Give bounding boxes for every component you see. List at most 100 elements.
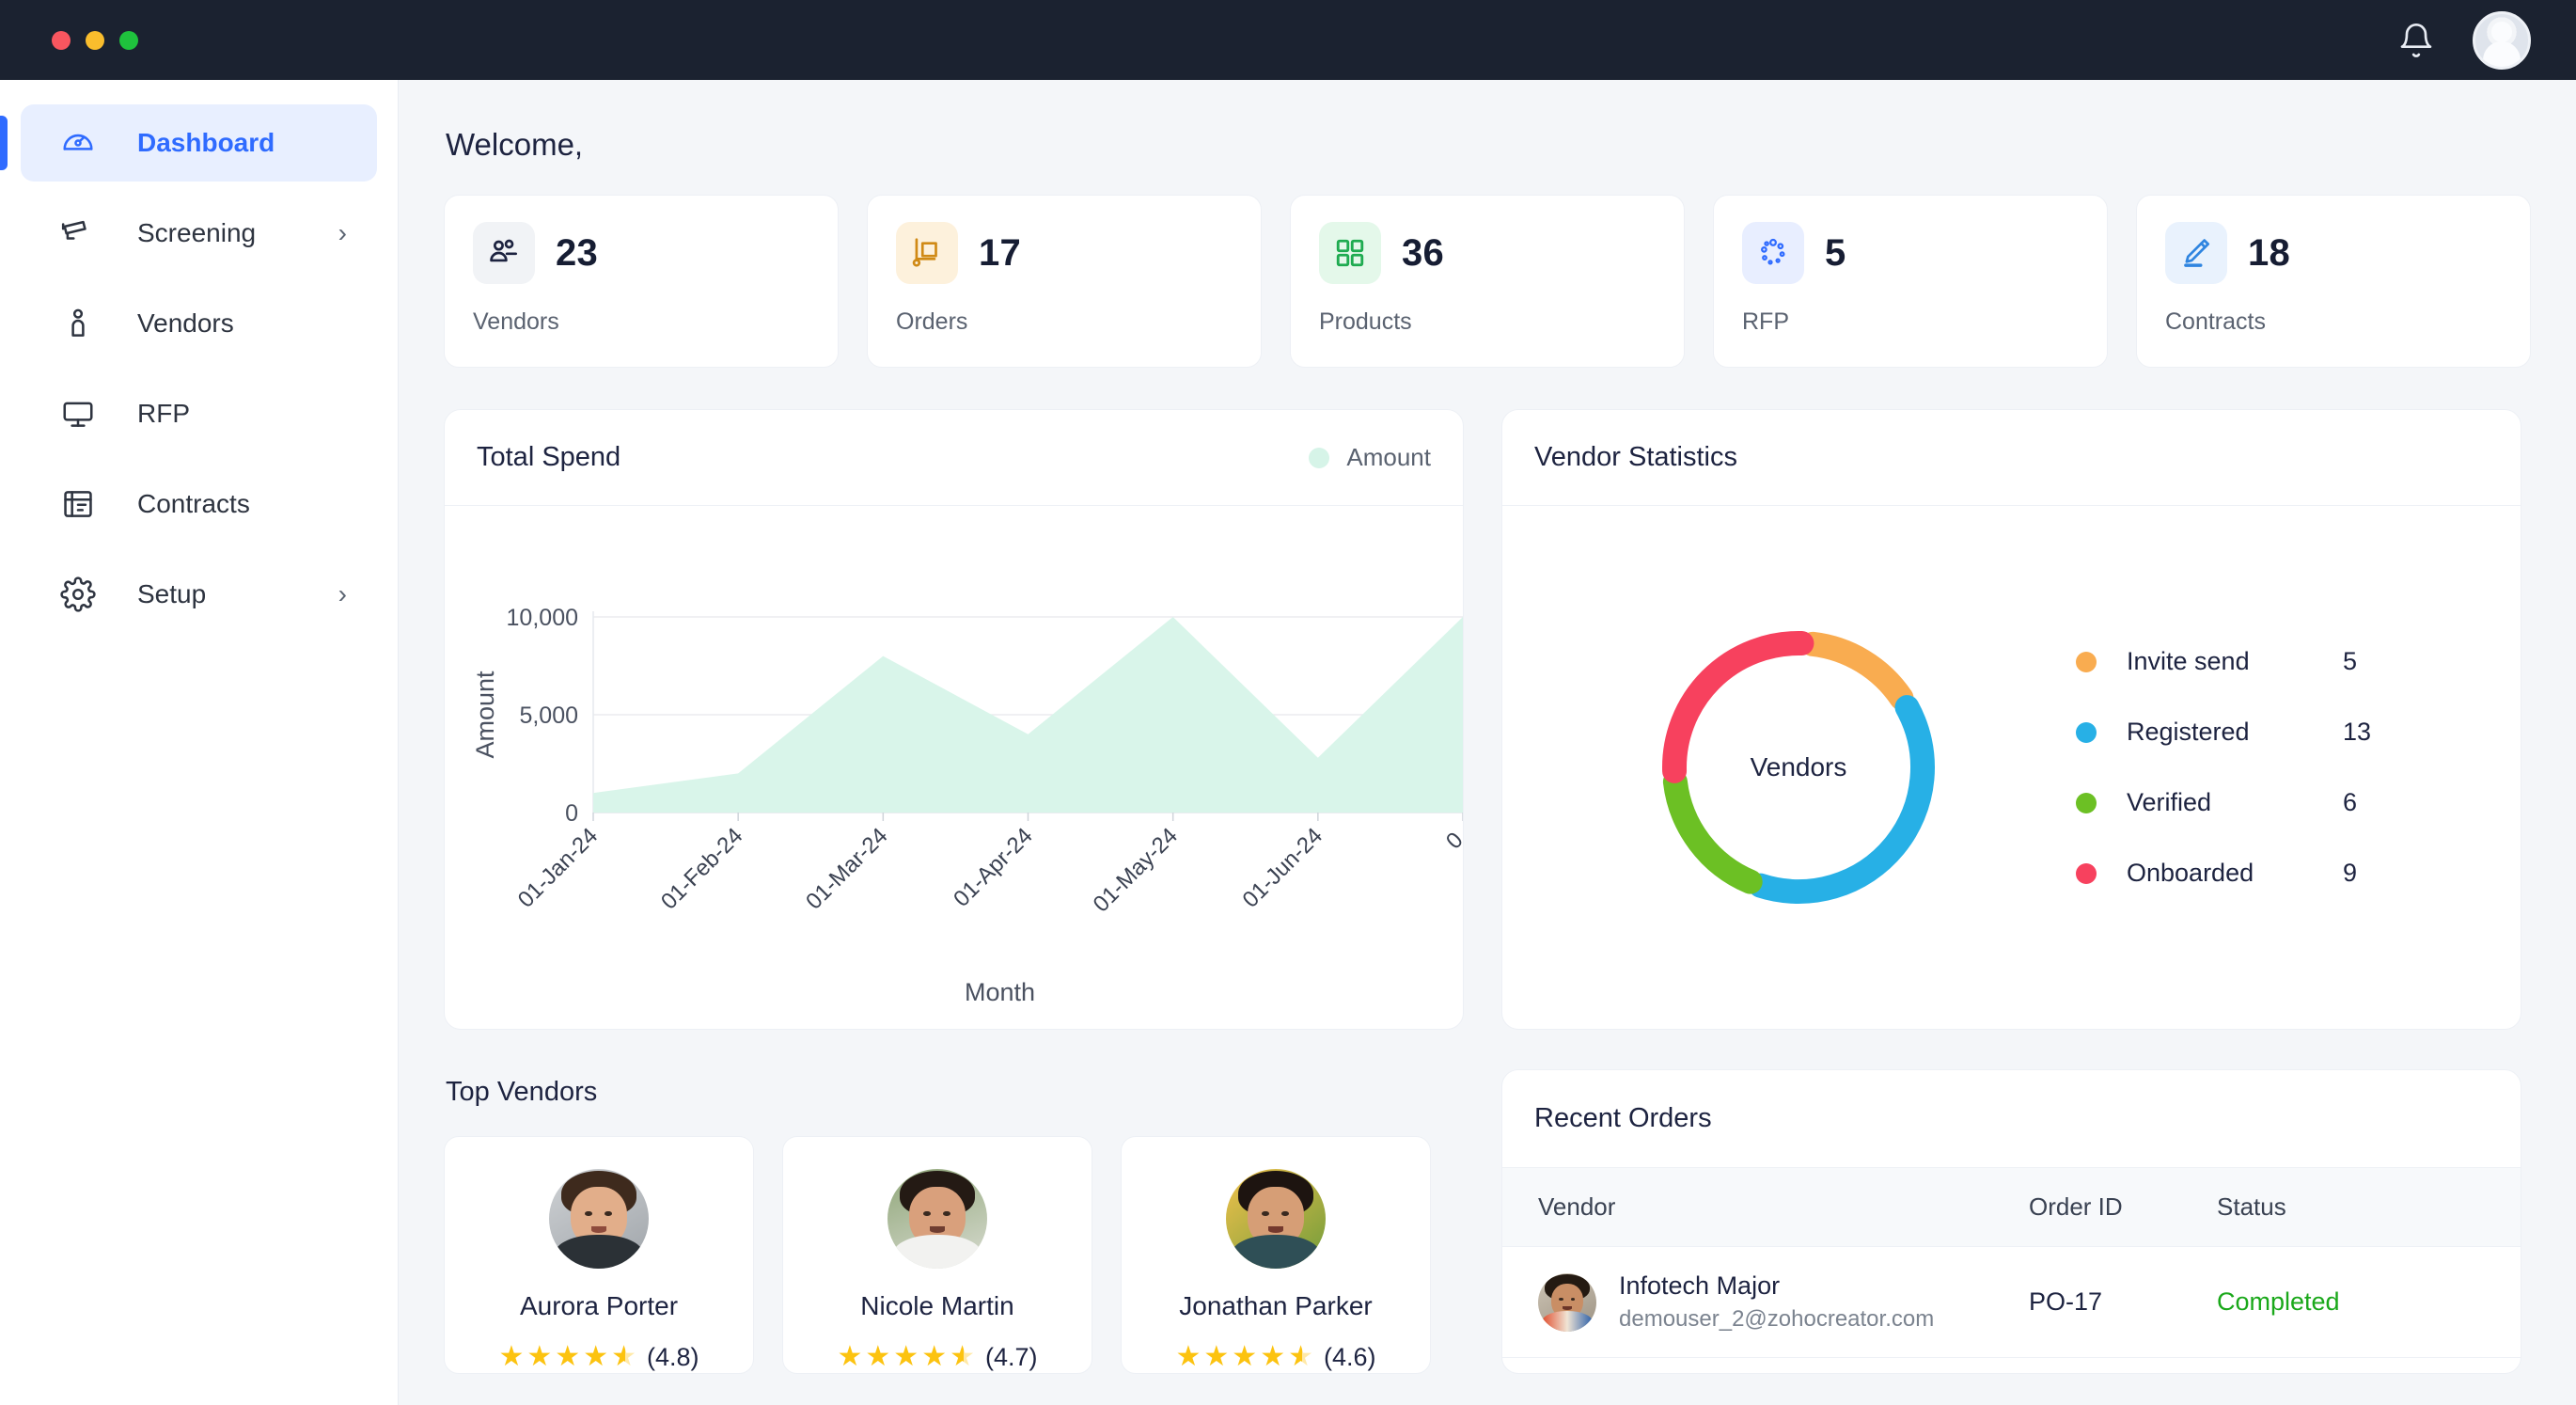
charts-row: Total Spend Amount 0 5,000 10,000 Amount 01-… xyxy=(444,409,2531,1030)
stat-label: Contracts xyxy=(2165,308,2502,336)
section-title: Top Vendors xyxy=(446,1077,1464,1108)
stat-value: 23 xyxy=(556,232,598,275)
vendor-email: demouser_2@zohocreator.com xyxy=(1619,1306,1934,1333)
legend-dot xyxy=(2076,863,2097,884)
rating-stars: ★★★★★(4.7) xyxy=(783,1340,1092,1373)
cctv-camera-icon xyxy=(58,213,98,253)
stat-card-contracts[interactable]: 18 Contracts xyxy=(2136,195,2531,368)
dolly-icon xyxy=(896,222,958,284)
card-title: Recent Orders xyxy=(1534,1103,1712,1134)
sidebar-item-setup[interactable]: Setup › xyxy=(21,556,377,633)
svg-text:01-Apr-24: 01-Apr-24 xyxy=(949,823,1038,912)
legend-value: 6 xyxy=(2343,788,2357,817)
vendor-statistics-card: Vendor Statistics Vendors Invite send5Re… xyxy=(1501,409,2521,1030)
total-spend-card: Total Spend Amount 0 5,000 10,000 Amount 01-… xyxy=(444,409,1464,1030)
gauge-icon xyxy=(58,123,98,163)
legend-dot xyxy=(2076,722,2097,743)
avatar xyxy=(1226,1169,1326,1269)
sidebar-item-screening[interactable]: Screening › xyxy=(21,195,377,272)
stat-label: Vendors xyxy=(473,308,809,336)
sidebar-item-vendors[interactable]: Vendors xyxy=(21,285,377,362)
pen-sign-icon xyxy=(2165,222,2227,284)
window-titlebar xyxy=(0,0,2576,80)
legend-value: 5 xyxy=(2343,647,2357,676)
sidebar-item-label: Screening xyxy=(137,218,256,248)
rating-value: (4.6) xyxy=(1324,1343,1376,1371)
donut-legend-item[interactable]: Onboarded9 xyxy=(2076,838,2371,908)
legend-dot xyxy=(2076,652,2097,672)
recent-orders-card: Recent Orders Vendor Order ID Status xyxy=(1501,1069,2521,1374)
donut-center-label: Vendors xyxy=(1643,752,1954,782)
donut-legend-item[interactable]: Verified6 xyxy=(2076,767,2371,838)
rating-stars: ★★★★★(4.8) xyxy=(445,1340,753,1373)
window-controls xyxy=(52,31,138,50)
sidebar-item-dashboard[interactable]: Dashboard xyxy=(21,104,377,182)
stat-card-vendors[interactable]: 23 Vendors xyxy=(444,195,839,368)
column-header-status[interactable]: Status xyxy=(2217,1168,2521,1247)
svg-text:01-Jun-24: 01-Jun-24 xyxy=(1238,823,1328,913)
column-header-vendor[interactable]: Vendor xyxy=(1502,1168,2029,1247)
stat-card-products[interactable]: 36 Products xyxy=(1290,195,1685,368)
vendor-name: Infotech Major xyxy=(1619,1271,1934,1301)
legend-dot xyxy=(2076,793,2097,813)
vendor-name: Aurora Porter xyxy=(445,1291,753,1321)
stat-value: 36 xyxy=(1402,232,1444,275)
svg-text:01-Feb-24: 01-Feb-24 xyxy=(656,823,747,914)
vendor-card[interactable]: Nicole Martin ★★★★★(4.7) xyxy=(782,1136,1092,1374)
card-title: Total Spend xyxy=(477,442,620,473)
avatar xyxy=(887,1169,987,1269)
stat-card-orders[interactable]: 17 Orders xyxy=(867,195,1262,368)
donut-segment[interactable] xyxy=(1761,707,1923,892)
bottom-row: Top Vendors Aurora Porter ★★★★★(4.8) xyxy=(444,1069,2531,1374)
vendor-card[interactable]: Aurora Porter ★★★★★(4.8) xyxy=(444,1136,754,1374)
legend-value: 13 xyxy=(2343,718,2371,747)
sidebar-item-contracts[interactable]: Contracts xyxy=(21,466,377,543)
donut-legend-item[interactable]: Registered13 xyxy=(2076,697,2371,767)
minimize-window-button[interactable] xyxy=(86,31,104,50)
gear-icon xyxy=(58,575,98,614)
rating-value: (4.8) xyxy=(647,1343,699,1371)
legend-swatch-amount xyxy=(1309,448,1329,468)
sidebar-item-label: Contracts xyxy=(137,489,250,519)
svg-text:0: 0 xyxy=(565,800,578,827)
sidebar-item-label: Vendors xyxy=(137,308,234,339)
maximize-window-button[interactable] xyxy=(119,31,138,50)
sidebar-item-label: Setup xyxy=(137,579,206,609)
recent-orders-table: Vendor Order ID Status xyxy=(1502,1168,2521,1358)
user-avatar-icon[interactable] xyxy=(2473,11,2531,70)
svg-text:Amount: Amount xyxy=(471,671,499,759)
donut-segment[interactable] xyxy=(1813,644,1902,698)
table-row[interactable]: Infotech Major demouser_2@zohocreator.co… xyxy=(1502,1247,2521,1358)
area-chart-svg: 05,00010,000Amount01-Jan-2401-Feb-2401-M… xyxy=(445,506,1463,1029)
column-header-order-id[interactable]: Order ID xyxy=(2029,1168,2217,1247)
rating-stars: ★★★★★(4.6) xyxy=(1122,1340,1430,1373)
stat-label: Orders xyxy=(896,308,1233,336)
close-window-button[interactable] xyxy=(52,31,71,50)
legend-label-amount: Amount xyxy=(1346,443,1431,472)
avatar xyxy=(1538,1273,1596,1332)
stat-card-rfp[interactable]: 5 RFP xyxy=(1713,195,2108,368)
donut-legend-item[interactable]: Invite send5 xyxy=(2076,626,2371,697)
svg-text:10,000: 10,000 xyxy=(507,605,578,631)
svg-text:01-Mar-24: 01-Mar-24 xyxy=(801,823,892,914)
total-spend-header: Total Spend Amount xyxy=(445,410,1463,506)
chevron-right-icon: › xyxy=(338,220,347,246)
vendor-statistics-body: Vendors Invite send5Registered13Verified… xyxy=(1502,506,2521,1029)
donut-segment[interactable] xyxy=(1675,781,1751,881)
vendor-card[interactable]: Jonathan Parker ★★★★★(4.6) xyxy=(1121,1136,1431,1374)
page-title: Welcome, xyxy=(446,127,2531,163)
top-vendor-cards: Aurora Porter ★★★★★(4.8) xyxy=(444,1136,1464,1374)
svg-text:Month: Month xyxy=(965,978,1035,1006)
chevron-right-icon: › xyxy=(338,581,347,608)
stat-label: RFP xyxy=(1742,308,2079,336)
stat-value: 5 xyxy=(1825,232,1846,275)
donut-legend: Invite send5Registered13Verified6Onboard… xyxy=(2076,626,2371,908)
vendor-statistics-header: Vendor Statistics xyxy=(1502,410,2521,506)
sidebar-item-rfp[interactable]: RFP xyxy=(21,375,377,452)
bell-icon[interactable] xyxy=(2397,20,2435,61)
stat-value: 17 xyxy=(979,232,1021,275)
dots-ring-icon xyxy=(1742,222,1804,284)
legend-value: 9 xyxy=(2343,859,2357,888)
sidebar-item-label: RFP xyxy=(137,399,190,429)
svg-text:5,000: 5,000 xyxy=(519,702,578,729)
